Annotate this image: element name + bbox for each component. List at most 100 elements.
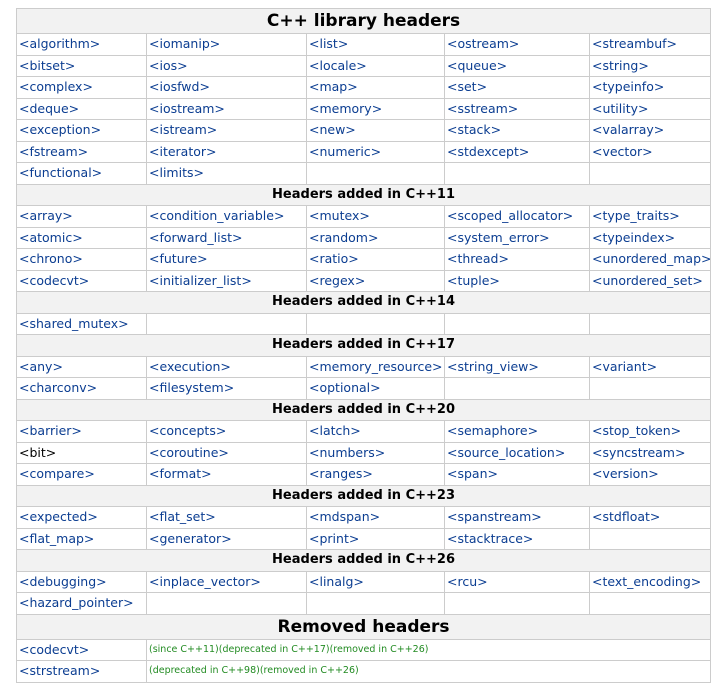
header-link-version[interactable]: <version> xyxy=(592,466,659,481)
header-link-ranges[interactable]: <ranges> xyxy=(309,466,373,481)
header-link-linalg[interactable]: <linalg> xyxy=(309,574,364,589)
header-link-numbers[interactable]: <numbers> xyxy=(309,445,385,460)
header-link-mutex[interactable]: <mutex> xyxy=(309,208,370,223)
header-link-map[interactable]: <map> xyxy=(309,79,358,94)
header-link-stdfloat[interactable]: <stdfloat> xyxy=(592,509,660,524)
header-link-variant[interactable]: <variant> xyxy=(592,359,657,374)
header-link-unordered-map[interactable]: <unordered_map> xyxy=(592,251,710,266)
header-link-set[interactable]: <set> xyxy=(447,79,487,94)
header-link-stacktrace[interactable]: <stacktrace> xyxy=(447,531,533,546)
header-link-source-location[interactable]: <source_location> xyxy=(447,445,565,460)
header-link-barrier[interactable]: <barrier> xyxy=(19,423,82,438)
header-link-numeric[interactable]: <numeric> xyxy=(309,144,381,159)
header-link-syncstream[interactable]: <syncstream> xyxy=(592,445,685,460)
header-link-typeinfo[interactable]: <typeinfo> xyxy=(592,79,664,94)
header-link-exception[interactable]: <exception> xyxy=(19,122,101,137)
header-link-initializer-list[interactable]: <initializer_list> xyxy=(149,273,252,288)
header-link-string-view[interactable]: <string_view> xyxy=(447,359,539,374)
header-link-unordered-set[interactable]: <unordered_set> xyxy=(592,273,703,288)
header-link-chrono[interactable]: <chrono> xyxy=(19,251,83,266)
header-cell: <array> xyxy=(16,205,147,228)
header-link-iostream[interactable]: <iostream> xyxy=(149,101,225,116)
header-link-streambuf[interactable]: <streambuf> xyxy=(592,36,677,51)
header-link-system-error[interactable]: <system_error> xyxy=(447,230,550,245)
header-link-hazard-pointer[interactable]: <hazard_pointer> xyxy=(19,595,134,610)
header-link-spanstream[interactable]: <spanstream> xyxy=(447,509,542,524)
header-link-any[interactable]: <any> xyxy=(19,359,63,374)
header-link-filesystem[interactable]: <filesystem> xyxy=(149,380,234,395)
header-link-algorithm[interactable]: <algorithm> xyxy=(19,36,100,51)
header-link-coroutine[interactable]: <coroutine> xyxy=(149,445,229,460)
header-link-print[interactable]: <print> xyxy=(309,531,359,546)
removed-header-link-strstream[interactable]: <strstream> xyxy=(19,663,100,678)
header-link-istream[interactable]: <istream> xyxy=(149,122,217,137)
header-link-regex[interactable]: <regex> xyxy=(309,273,365,288)
header-link-ios[interactable]: <ios> xyxy=(149,58,188,73)
header-cell: <text_encoding> xyxy=(588,570,712,593)
header-link-sstream[interactable]: <sstream> xyxy=(447,101,518,116)
header-link-execution[interactable]: <execution> xyxy=(149,359,231,374)
header-link-condition-variable[interactable]: <condition_variable> xyxy=(149,208,284,223)
header-link-limits[interactable]: <limits> xyxy=(149,165,204,180)
header-cell: <string_view> xyxy=(444,355,590,378)
header-link-ratio[interactable]: <ratio> xyxy=(309,251,359,266)
header-link-scoped-allocator[interactable]: <scoped_allocator> xyxy=(447,208,573,223)
header-link-utility[interactable]: <utility> xyxy=(592,101,649,116)
header-link-random[interactable]: <random> xyxy=(309,230,378,245)
header-cell: <locale> xyxy=(306,54,445,77)
header-link-rcu[interactable]: <rcu> xyxy=(447,574,488,589)
headers-table-body: C++ library headers <algorithm> <iomanip>… xyxy=(15,8,712,683)
header-link-charconv[interactable]: <charconv> xyxy=(19,380,97,395)
header-link-flat-map[interactable]: <flat_map> xyxy=(19,531,94,546)
header-link-future[interactable]: <future> xyxy=(149,251,208,266)
header-cell: <mutex> xyxy=(306,205,445,228)
header-link-complex[interactable]: <complex> xyxy=(19,79,93,94)
header-link-list[interactable]: <list> xyxy=(309,36,348,51)
header-cell: <functional> xyxy=(16,162,147,185)
header-link-stdexcept[interactable]: <stdexcept> xyxy=(447,144,529,159)
header-link-span[interactable]: <span> xyxy=(447,466,498,481)
header-link-bitset[interactable]: <bitset> xyxy=(19,58,75,73)
header-link-inplace-vector[interactable]: <inplace_vector> xyxy=(149,574,261,589)
header-link-vector[interactable]: <vector> xyxy=(592,144,653,159)
header-link-locale[interactable]: <locale> xyxy=(309,58,367,73)
header-link-latch[interactable]: <latch> xyxy=(309,423,361,438)
header-link-ostream[interactable]: <ostream> xyxy=(447,36,519,51)
header-link-debugging[interactable]: <debugging> xyxy=(19,574,107,589)
header-link-generator[interactable]: <generator> xyxy=(149,531,232,546)
header-link-optional[interactable]: <optional> xyxy=(309,380,381,395)
header-link-string[interactable]: <string> xyxy=(592,58,649,73)
header-cell: <version> xyxy=(588,463,712,486)
header-link-semaphore[interactable]: <semaphore> xyxy=(447,423,538,438)
header-link-concepts[interactable]: <concepts> xyxy=(149,423,226,438)
header-link-new[interactable]: <new> xyxy=(309,122,356,137)
header-link-iomanip[interactable]: <iomanip> xyxy=(149,36,220,51)
header-link-typeindex[interactable]: <typeindex> xyxy=(592,230,675,245)
header-link-memory-resource[interactable]: <memory_resource> xyxy=(309,359,443,374)
header-link-stop-token[interactable]: <stop_token> xyxy=(592,423,681,438)
header-link-forward-list[interactable]: <forward_list> xyxy=(149,230,242,245)
header-link-valarray[interactable]: <valarray> xyxy=(592,122,664,137)
header-link-deque[interactable]: <deque> xyxy=(19,101,79,116)
removed-header-link-codecvt[interactable]: <codecvt> xyxy=(19,642,89,657)
header-link-stack[interactable]: <stack> xyxy=(447,122,501,137)
header-link-type-traits[interactable]: <type_traits> xyxy=(592,208,680,223)
header-link-fstream[interactable]: <fstream> xyxy=(19,144,88,159)
header-link-tuple[interactable]: <tuple> xyxy=(447,273,500,288)
header-link-mdspan[interactable]: <mdspan> xyxy=(309,509,380,524)
header-link-shared-mutex[interactable]: <shared_mutex> xyxy=(19,316,129,331)
header-link-codecvt[interactable]: <codecvt> xyxy=(19,273,89,288)
header-link-compare[interactable]: <compare> xyxy=(19,466,95,481)
header-link-atomic[interactable]: <atomic> xyxy=(19,230,83,245)
header-link-iosfwd[interactable]: <iosfwd> xyxy=(149,79,210,94)
header-link-functional[interactable]: <functional> xyxy=(19,165,102,180)
header-link-iterator[interactable]: <iterator> xyxy=(149,144,217,159)
header-link-format[interactable]: <format> xyxy=(149,466,212,481)
header-link-queue[interactable]: <queue> xyxy=(447,58,507,73)
header-link-thread[interactable]: <thread> xyxy=(447,251,509,266)
header-link-expected[interactable]: <expected> xyxy=(19,509,98,524)
header-link-text-encoding[interactable]: <text_encoding> xyxy=(592,574,701,589)
header-link-array[interactable]: <array> xyxy=(19,208,73,223)
header-link-memory[interactable]: <memory> xyxy=(309,101,382,116)
header-link-flat-set[interactable]: <flat_set> xyxy=(149,509,216,524)
